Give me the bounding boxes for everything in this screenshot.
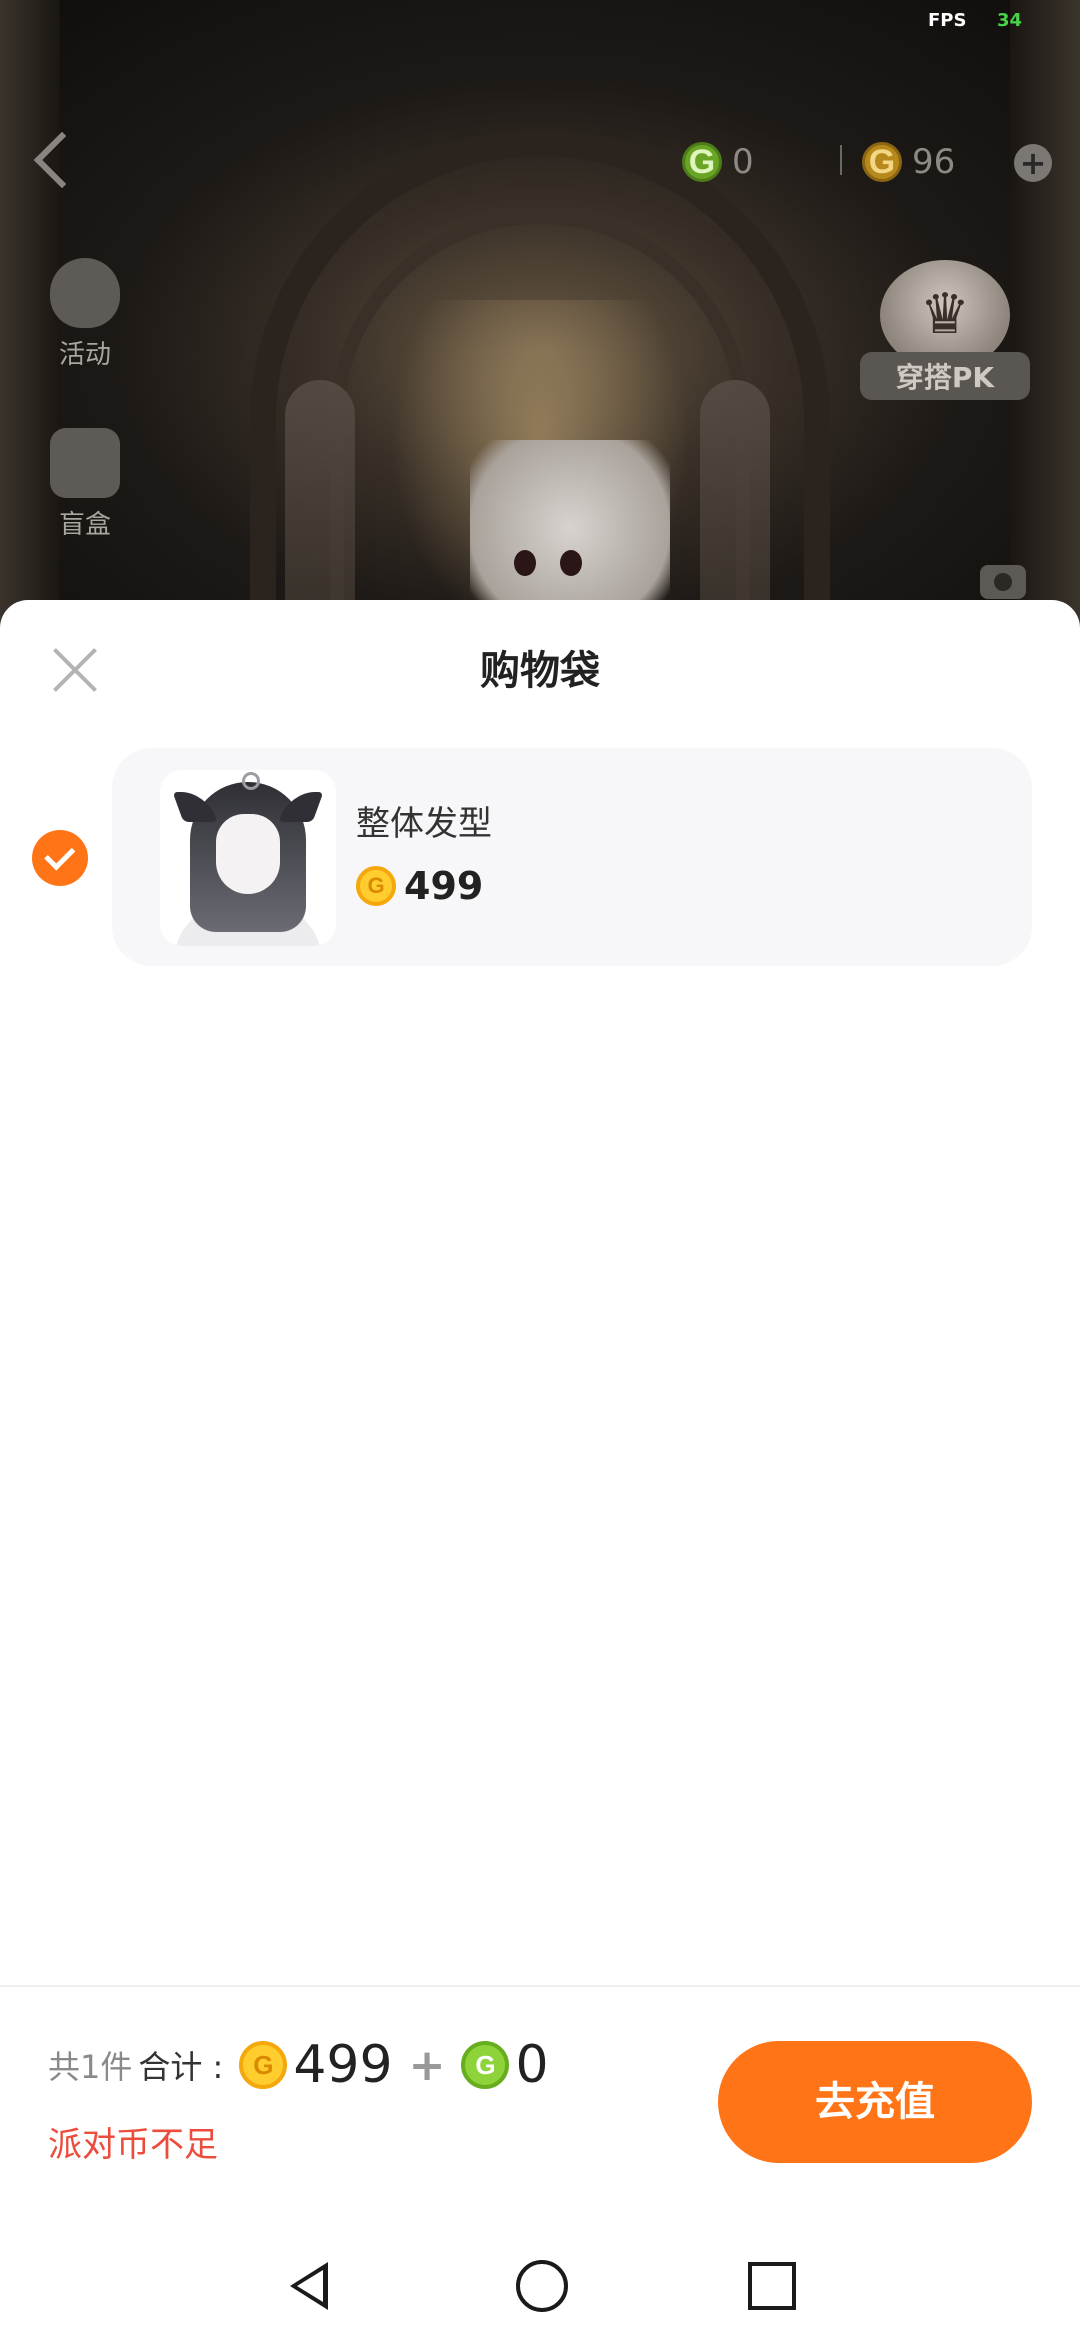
total-summary: 共1件 合计 : G 499 + G 0 — [48, 2035, 549, 2095]
gold-coin-amount: 96 — [912, 142, 956, 182]
gift-box-icon — [50, 428, 120, 498]
outfit-pk-label: 穿搭PK — [860, 352, 1030, 400]
green-coin-balance: G 0 — [682, 140, 754, 184]
item-select-checkbox[interactable] — [32, 830, 88, 886]
activity-label: 活动 — [58, 340, 111, 370]
blind-box-button[interactable]: 盲盒 — [40, 428, 130, 541]
gold-coin-icon: G — [239, 2041, 288, 2089]
nav-recents-icon[interactable] — [748, 2262, 796, 2310]
gold-coin-icon: G — [356, 866, 396, 906]
thumb-face — [216, 814, 280, 894]
avatar-eye — [514, 550, 536, 576]
green-coin-icon: G — [682, 142, 722, 182]
system-nav-bar — [0, 2240, 1080, 2340]
camera-icon[interactable] — [980, 565, 1026, 599]
add-currency-button[interactable]: + — [1014, 144, 1052, 182]
item-count: 共1件 — [48, 2048, 133, 2086]
outfit-pk-button[interactable]: ♛ 穿搭PK — [860, 260, 1030, 410]
gold-coin-icon: G — [862, 142, 902, 182]
checkout-footer: 共1件 合计 : G 499 + G 0 派对币不足 去充值 — [0, 1987, 1080, 2240]
cart-item[interactable]: 整体发型 G 499 — [112, 748, 1032, 966]
green-coin-amount: 0 — [732, 142, 754, 182]
activity-button[interactable]: 活动 — [40, 258, 130, 371]
green-coin-icon: G — [461, 2041, 510, 2089]
blind-box-label: 盲盒 — [58, 510, 111, 540]
insufficient-funds-warning: 派对币不足 — [48, 2125, 218, 2165]
avatar-eye — [560, 550, 582, 576]
gold-coin-balance: G 96 — [862, 140, 955, 184]
plus-sign: + — [408, 2039, 446, 2091]
item-name: 整体发型 — [356, 804, 492, 844]
currency-divider — [840, 145, 842, 175]
thumb-hairpin — [242, 772, 260, 790]
fps-label: FPS — [928, 10, 967, 31]
gold-total: 499 — [293, 2035, 393, 2095]
item-thumbnail — [160, 770, 336, 946]
nav-home-icon[interactable] — [516, 2260, 568, 2312]
nav-back-icon[interactable] — [290, 2262, 328, 2310]
recharge-button[interactable]: 去充值 — [718, 2041, 1032, 2163]
green-total: 0 — [515, 2035, 549, 2095]
item-price: G 499 — [356, 864, 483, 908]
fps-value: 34 — [997, 10, 1023, 31]
item-price-value: 499 — [404, 864, 484, 908]
hot-air-balloon-icon — [50, 258, 120, 328]
total-label: 合计 : — [138, 2048, 224, 2086]
sheet-title: 购物袋 — [480, 648, 600, 694]
